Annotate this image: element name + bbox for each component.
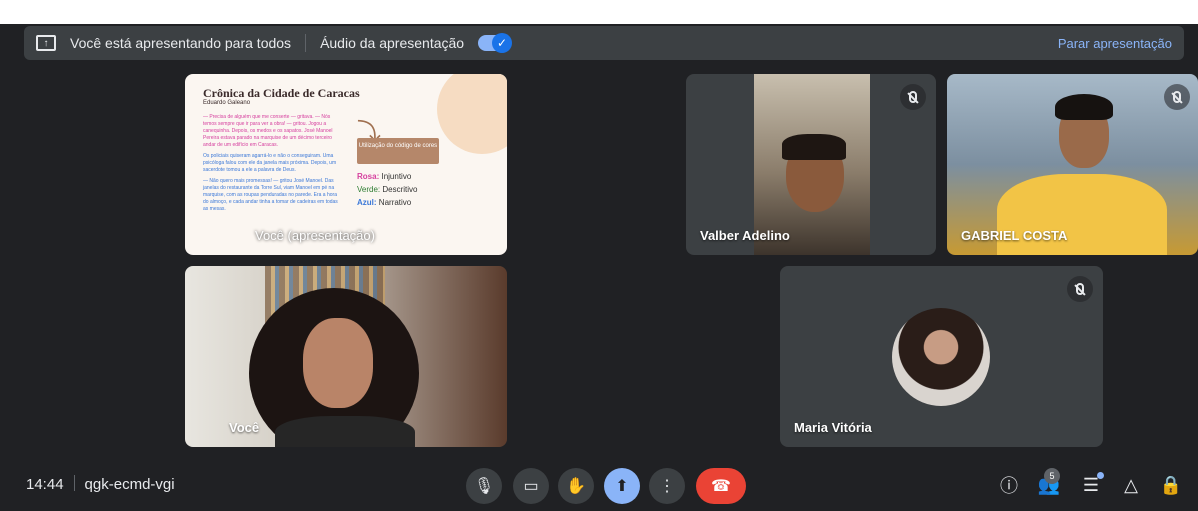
participant-name: Maria Vitória xyxy=(794,420,872,435)
people-button[interactable]: 👥 5 xyxy=(1036,468,1062,498)
color-code-box: Utilização do código de cores xyxy=(357,138,439,164)
host-controls-button[interactable]: 🔒 xyxy=(1158,472,1184,498)
meeting-time: 14:44 xyxy=(26,476,64,493)
end-call-button[interactable]: ☎ xyxy=(696,468,746,504)
mic-button[interactable]: 🎙 xyxy=(466,468,502,504)
host-controls-icon: 🔒 xyxy=(1159,474,1183,495)
audio-label: Áudio da apresentação xyxy=(320,35,465,51)
mic-off-icon xyxy=(1164,84,1190,110)
toggle-check-icon: ✓ xyxy=(492,33,513,53)
mic-icon: 🎙 xyxy=(473,478,495,495)
participant-tile-gabriel[interactable]: GABRIEL COSTA xyxy=(947,74,1198,255)
slide-paragraph: — Precisa de alguém que me conserte — gr… xyxy=(203,114,333,148)
participant-name: GABRIEL COSTA xyxy=(961,228,1068,243)
slide-paragraph: — Não quero mais promessas! — gritou Jos… xyxy=(203,178,338,212)
mic-off-icon xyxy=(1067,276,1093,302)
presenting-banner: ↑ Você está apresentando para todos Áudi… xyxy=(24,26,1184,60)
meeting-info: 14:44 qgk-ecmd-vgi xyxy=(26,475,175,493)
meeting-details-button[interactable]: ⓘ xyxy=(996,472,1022,498)
slide-decoration xyxy=(437,74,507,154)
info-icon: ⓘ xyxy=(1000,476,1018,496)
presenting-text: Você está apresentando para todos xyxy=(70,35,292,51)
slide-paragraph: Os policiais quiseram agarrá-lo e não o … xyxy=(203,153,337,173)
raise-hand-icon: ✋ xyxy=(566,478,586,495)
chat-notification-dot xyxy=(1097,472,1104,479)
end-call-icon: ☎ xyxy=(711,478,731,495)
avatar xyxy=(892,308,990,406)
presentation-label: Você (apresentação) xyxy=(255,228,375,243)
present-now-button[interactable]: ⬆ xyxy=(604,468,640,504)
camera-button[interactable]: ▭ xyxy=(513,468,549,504)
participant-tile-self[interactable]: Você xyxy=(185,266,507,447)
chat-button[interactable]: ☰ xyxy=(1078,472,1104,498)
raise-hand-button[interactable]: ✋ xyxy=(558,468,594,504)
camera-icon: ▭ xyxy=(523,478,539,495)
people-count-badge: 5 xyxy=(1044,468,1060,484)
more-options-icon: ⋮ xyxy=(659,478,675,495)
participant-hair xyxy=(782,134,846,160)
banner-divider xyxy=(305,34,307,52)
mic-off-icon xyxy=(900,84,926,110)
slide-author: Eduardo Galeano xyxy=(203,100,251,106)
browser-top-strip xyxy=(0,0,1198,24)
meeting-divider xyxy=(73,475,75,491)
participant-face xyxy=(303,318,373,408)
audio-toggle[interactable]: ✓ xyxy=(478,33,513,53)
more-options-button[interactable]: ⋮ xyxy=(649,468,685,504)
meeting-code: qgk-ecmd-vgi xyxy=(84,476,175,493)
participant-tile-valber[interactable]: Valber Adelino xyxy=(686,74,936,255)
participant-tile-maria[interactable]: Maria Vitória xyxy=(780,266,1103,447)
participant-hair xyxy=(1055,94,1113,120)
present-screen-icon: ↑ xyxy=(36,35,56,51)
slide-body: — Precisa de alguém que me conserte — gr… xyxy=(203,114,343,213)
participant-name: Você xyxy=(229,420,260,435)
activities-icon: △ xyxy=(1124,474,1138,495)
slide-title: Crônica da Cidade de Caracas xyxy=(203,86,360,100)
stop-presenting-button[interactable]: Parar apresentação xyxy=(1058,36,1172,51)
presentation-tile[interactable]: Crônica da Cidade de Caracas Eduardo Gal… xyxy=(185,74,507,255)
participant-shirt xyxy=(275,416,415,447)
activities-button[interactable]: △ xyxy=(1118,472,1144,498)
color-legend: Rosa: Injuntivo Verde: Descritivo Azul: … xyxy=(357,172,418,207)
control-bar: 14:44 qgk-ecmd-vgi 🎙 ▭ ✋ ⬆ ⋮ ☎ ⓘ 👥 5 ☰ △ … xyxy=(0,462,1198,511)
chat-icon: ☰ xyxy=(1082,474,1100,495)
present-now-icon: ⬆ xyxy=(615,478,629,495)
participant-name: Valber Adelino xyxy=(700,228,790,243)
